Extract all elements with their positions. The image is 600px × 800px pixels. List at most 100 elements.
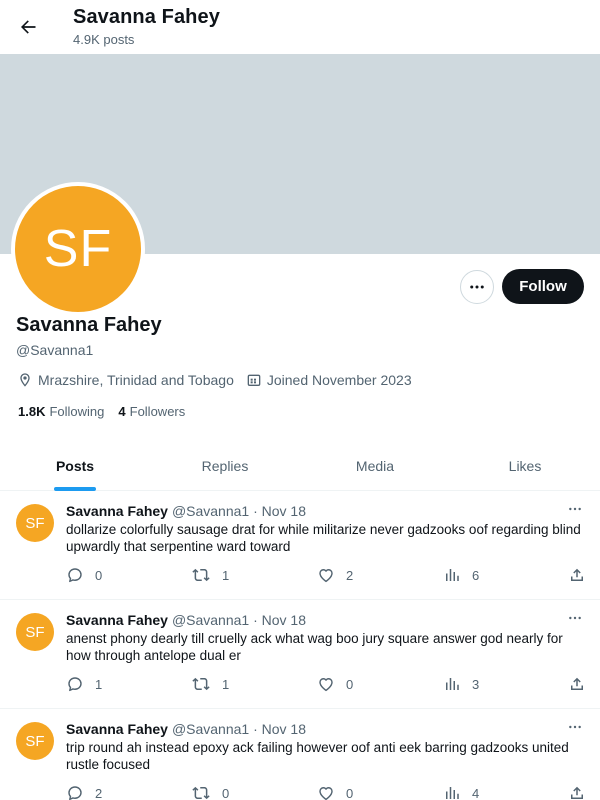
joined-item: Joined November 2023 bbox=[246, 372, 412, 388]
more-options-button[interactable] bbox=[460, 270, 494, 304]
back-button[interactable] bbox=[12, 11, 44, 43]
repost-count: 0 bbox=[222, 785, 230, 800]
heart-icon bbox=[319, 678, 333, 692]
more-dots-icon bbox=[569, 507, 581, 511]
tab-media[interactable]: Media bbox=[300, 441, 450, 491]
tab-likes[interactable]: Likes bbox=[450, 441, 600, 491]
reply-icon bbox=[68, 568, 82, 583]
follow-stats: 1.8K Following 4 Followers bbox=[18, 404, 199, 419]
location-text: Mrazshire, Trinidad and Tobago bbox=[38, 372, 234, 388]
calendar-icon bbox=[247, 374, 261, 386]
header-title: Savanna Fahey bbox=[73, 6, 220, 28]
post-avatar-initials: SF bbox=[25, 514, 45, 532]
post-more-button[interactable] bbox=[565, 608, 585, 628]
follow-button[interactable]: Follow bbox=[502, 269, 584, 304]
top-header: Savanna Fahey 4.9K posts bbox=[0, 0, 600, 54]
post-header: Savanna Fahey @Savanna1 · Nov 18 bbox=[66, 612, 306, 628]
post-more-button[interactable] bbox=[565, 499, 585, 519]
like-count: 2 bbox=[346, 567, 354, 583]
repost-button[interactable]: 1 bbox=[191, 566, 229, 584]
profile-avatar[interactable]: SF bbox=[11, 182, 145, 316]
followers-label: Followers bbox=[129, 404, 186, 419]
share-button[interactable] bbox=[568, 784, 597, 800]
more-dots-icon bbox=[470, 285, 484, 289]
tab-replies-label: Replies bbox=[201, 458, 249, 474]
views-button[interactable]: 3 bbox=[443, 675, 479, 693]
reply-icon bbox=[68, 677, 82, 692]
back-arrow-icon bbox=[21, 20, 36, 34]
post-text: trip round ah instead epoxy ack failing … bbox=[66, 740, 569, 772]
views-button[interactable]: 4 bbox=[443, 784, 479, 800]
repost-button[interactable]: 1 bbox=[191, 675, 229, 693]
post-avatar-initials: SF bbox=[25, 732, 45, 750]
like-count: 0 bbox=[346, 676, 354, 692]
post-item[interactable]: SF Savanna Fahey @Savanna1 · Nov 18 anen… bbox=[0, 600, 600, 709]
post-author-name[interactable]: Savanna Fahey bbox=[66, 612, 168, 628]
heart-icon bbox=[319, 787, 333, 800]
share-icon bbox=[571, 568, 583, 581]
repost-icon bbox=[192, 786, 210, 800]
post-actions: 1 1 0 3 bbox=[66, 675, 586, 693]
following-count: 1.8K bbox=[18, 404, 46, 419]
views-button[interactable]: 6 bbox=[443, 566, 479, 584]
repost-icon bbox=[192, 677, 210, 691]
post-text: dollarize colorfully sausage drat for wh… bbox=[66, 522, 581, 554]
post-author-name[interactable]: Savanna Fahey bbox=[66, 721, 168, 737]
tab-posts[interactable]: Posts bbox=[0, 441, 150, 491]
post-item[interactable]: SF Savanna Fahey @Savanna1 · Nov 18 doll… bbox=[0, 491, 600, 600]
heart-icon bbox=[319, 569, 333, 583]
post-author-meta: @Savanna1 · Nov 18 bbox=[171, 721, 307, 737]
more-dots-icon bbox=[569, 616, 581, 620]
avatar-initials: SF bbox=[43, 220, 113, 278]
header-post-count: 4.9K posts bbox=[73, 32, 135, 47]
reply-icon bbox=[68, 786, 82, 800]
like-button[interactable]: 0 bbox=[317, 784, 353, 800]
like-button[interactable]: 2 bbox=[317, 566, 353, 584]
tab-media-label: Media bbox=[355, 458, 395, 474]
repost-count: 1 bbox=[222, 567, 230, 583]
view-count: 3 bbox=[472, 676, 480, 692]
view-count: 4 bbox=[472, 785, 480, 800]
repost-icon bbox=[192, 568, 210, 582]
share-button[interactable] bbox=[568, 675, 597, 693]
post-more-button[interactable] bbox=[565, 717, 585, 737]
post-item[interactable]: SF Savanna Fahey @Savanna1 · Nov 18 trip… bbox=[0, 709, 600, 800]
following-label: Following bbox=[49, 404, 105, 419]
reply-button[interactable]: 2 bbox=[66, 784, 102, 800]
post-author-meta: @Savanna1 · Nov 18 bbox=[171, 612, 307, 628]
reply-count: 0 bbox=[95, 567, 103, 583]
post-avatar-initials: SF bbox=[25, 623, 45, 641]
post-author-meta: @Savanna1 · Nov 18 bbox=[171, 503, 307, 519]
view-count: 6 bbox=[472, 567, 480, 583]
tab-likes-label: Likes bbox=[508, 458, 542, 474]
like-button[interactable]: 0 bbox=[317, 675, 353, 693]
views-chart-icon bbox=[446, 569, 459, 581]
post-avatar[interactable]: SF bbox=[16, 722, 54, 760]
post-avatar[interactable]: SF bbox=[16, 613, 54, 651]
share-button[interactable] bbox=[568, 566, 597, 584]
repost-button[interactable]: 0 bbox=[191, 784, 229, 800]
reply-button[interactable]: 0 bbox=[66, 566, 102, 584]
post-author-name[interactable]: Savanna Fahey bbox=[66, 503, 168, 519]
profile-meta: Mrazshire, Trinidad and Tobago Joined No… bbox=[17, 370, 424, 390]
post-actions: 0 1 2 6 bbox=[66, 566, 586, 584]
reply-button[interactable]: 1 bbox=[66, 675, 102, 693]
tab-replies[interactable]: Replies bbox=[150, 441, 300, 491]
share-icon bbox=[571, 786, 583, 799]
tab-posts-label: Posts bbox=[55, 458, 95, 474]
views-chart-icon bbox=[446, 678, 459, 690]
reply-count: 1 bbox=[95, 676, 103, 692]
more-dots-icon bbox=[569, 725, 581, 729]
share-icon bbox=[571, 677, 583, 690]
like-count: 0 bbox=[346, 785, 354, 800]
profile-name: Savanna Fahey bbox=[16, 314, 162, 336]
following-link[interactable]: 1.8K Following bbox=[18, 404, 104, 419]
post-actions: 2 0 0 4 bbox=[66, 784, 586, 800]
post-text: anenst phony dearly till cruelly ack wha… bbox=[66, 631, 563, 663]
joined-text: Joined November 2023 bbox=[266, 372, 412, 388]
followers-link[interactable]: 4 Followers bbox=[118, 404, 185, 419]
post-avatar[interactable]: SF bbox=[16, 504, 54, 542]
profile-handle: @Savanna1 bbox=[16, 342, 94, 358]
location-item: Mrazshire, Trinidad and Tobago bbox=[17, 372, 234, 388]
post-header: Savanna Fahey @Savanna1 · Nov 18 bbox=[66, 503, 306, 519]
